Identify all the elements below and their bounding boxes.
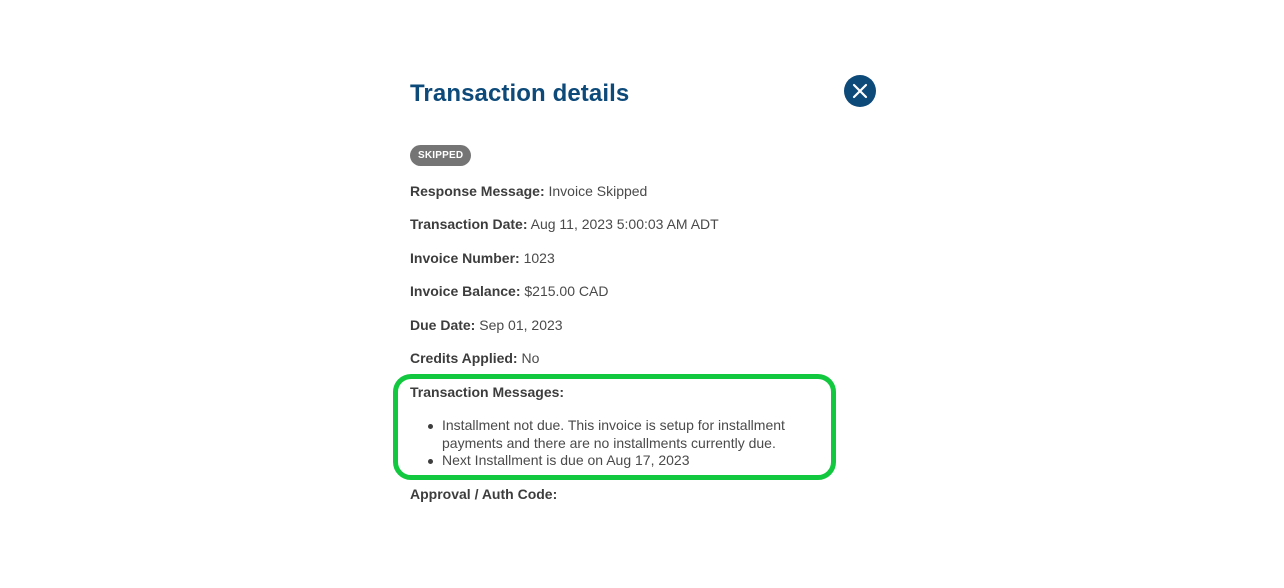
response-message-row: Response Message: Invoice Skipped bbox=[410, 182, 647, 200]
close-button[interactable] bbox=[844, 75, 876, 107]
status-badge: SKIPPED bbox=[410, 145, 472, 166]
list-item: Installment not due. This invoice is set… bbox=[428, 417, 822, 452]
list-item: Next Installment is due on Aug 17, 2023 bbox=[428, 452, 822, 470]
transaction-messages-row: Transaction Messages: bbox=[410, 383, 564, 401]
due-date-label: Due Date: bbox=[410, 317, 476, 333]
invoice-balance-row: Invoice Balance: $215.00 CAD bbox=[410, 282, 608, 300]
due-date-value: Sep 01, 2023 bbox=[479, 317, 563, 333]
invoice-number-row: Invoice Number: 1023 bbox=[410, 249, 555, 267]
approval-code-label: Approval / Auth Code: bbox=[410, 486, 558, 502]
credits-applied-label: Credits Applied: bbox=[410, 350, 518, 366]
transaction-messages-list: Installment not due. This invoice is set… bbox=[428, 417, 822, 470]
invoice-number-value: 1023 bbox=[523, 250, 555, 266]
close-icon bbox=[852, 83, 868, 99]
credits-applied-value: No bbox=[521, 350, 540, 366]
invoice-balance-label: Invoice Balance: bbox=[410, 283, 521, 299]
transaction-date-label: Transaction Date: bbox=[410, 216, 528, 232]
invoice-balance-value: $215.00 CAD bbox=[524, 283, 609, 299]
approval-code-row: Approval / Auth Code: bbox=[410, 485, 557, 503]
response-message-value: Invoice Skipped bbox=[548, 183, 648, 199]
transaction-date-row: Transaction Date: Aug 11, 2023 5:00:03 A… bbox=[410, 215, 719, 233]
transaction-date-value: Aug 11, 2023 5:00:03 AM ADT bbox=[530, 216, 719, 232]
due-date-row: Due Date: Sep 01, 2023 bbox=[410, 316, 563, 334]
credits-applied-row: Credits Applied: No bbox=[410, 349, 539, 367]
invoice-number-label: Invoice Number: bbox=[410, 250, 520, 266]
response-message-label: Response Message: bbox=[410, 183, 545, 199]
dialog-title: Transaction details bbox=[410, 80, 630, 107]
transaction-messages-label: Transaction Messages: bbox=[410, 384, 565, 400]
